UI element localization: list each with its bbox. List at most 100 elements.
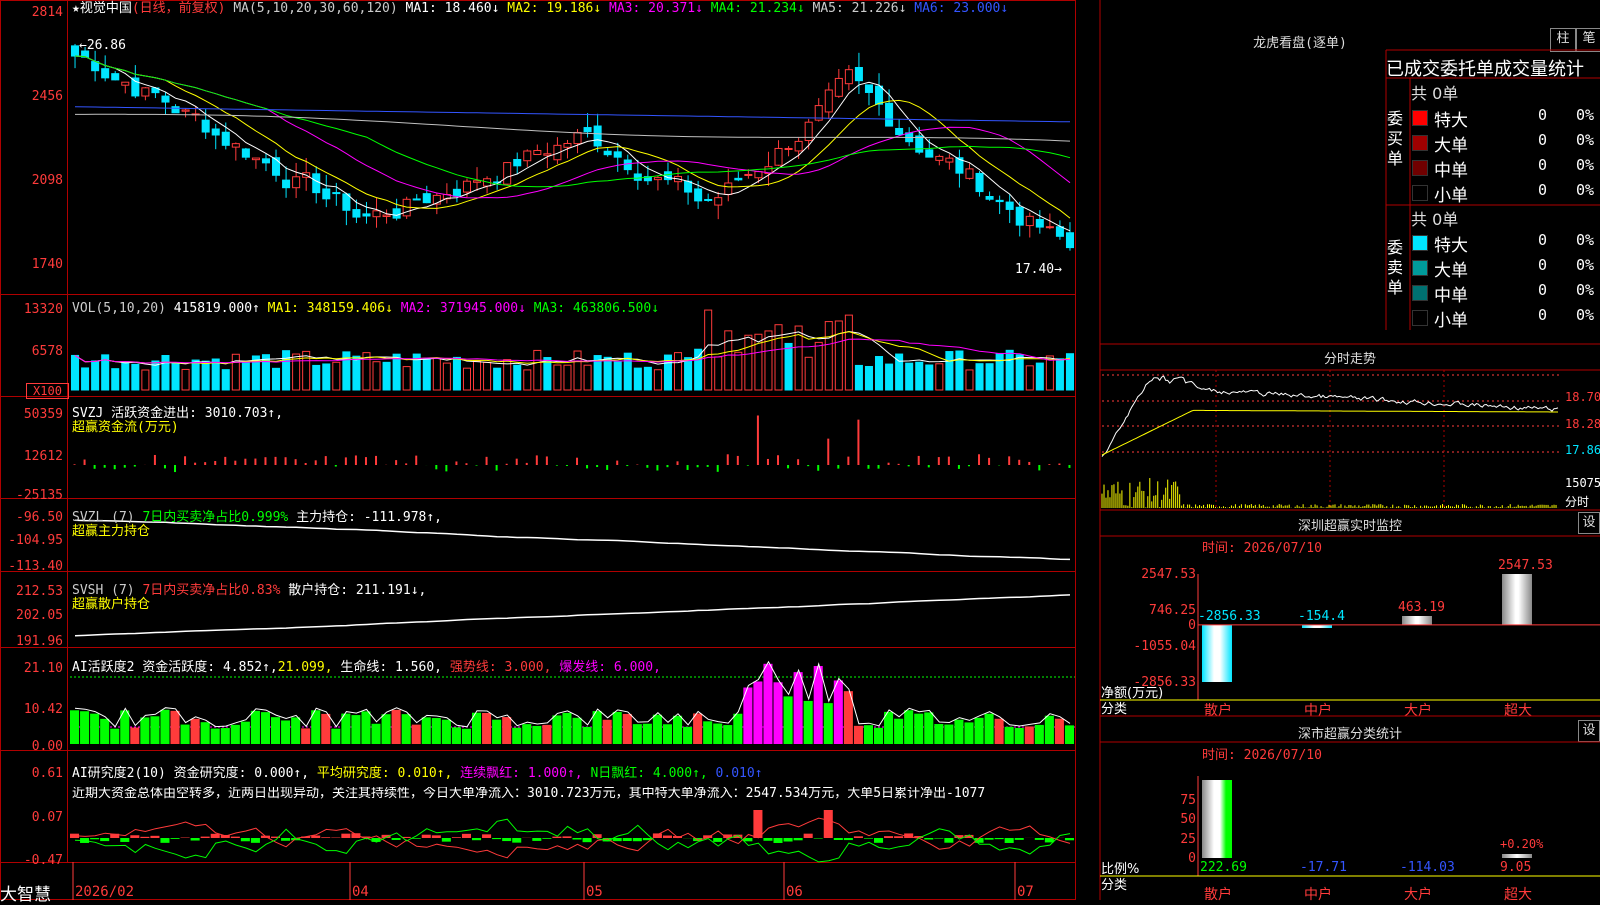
monitor-category: 超大	[1504, 700, 1532, 720]
candle-body	[926, 150, 933, 157]
activity-bar	[834, 680, 843, 744]
flow-bar	[646, 465, 648, 468]
volume-bar	[735, 352, 742, 390]
intraday-p1: 18.70	[1565, 390, 1600, 404]
volume-bar	[72, 355, 79, 390]
bar-mode-button[interactable]: 柱	[1550, 28, 1576, 52]
flow-bar	[596, 465, 598, 467]
candle-body	[343, 194, 350, 210]
flow-bar	[526, 463, 528, 465]
y-tick-label: 202.05	[0, 608, 63, 623]
y-tick-label: 12612	[0, 449, 63, 464]
activity-bar	[412, 725, 421, 744]
flow-bar	[787, 465, 789, 468]
row-count: 0	[1538, 281, 1547, 299]
flow-bars	[74, 415, 1071, 472]
flow-bar	[124, 465, 126, 468]
research-bar	[442, 838, 451, 842]
volume-bar	[232, 354, 239, 390]
flow-bar	[1048, 464, 1050, 465]
row-count: 0	[1538, 181, 1547, 199]
panel-frame	[1, 1, 1076, 295]
candle-body	[946, 158, 953, 162]
candle-body	[182, 110, 189, 111]
monitor-settings-button[interactable]: 设	[1578, 512, 1600, 534]
candle-body	[474, 181, 481, 183]
candle-body	[92, 62, 99, 71]
activity-bar	[351, 715, 360, 744]
volume-bar	[906, 363, 913, 390]
activity-bar	[542, 725, 551, 744]
activity-bar	[171, 711, 180, 744]
activity-bar	[1035, 725, 1044, 744]
candle-body	[775, 148, 782, 165]
research-bar	[392, 838, 401, 840]
volume-bar	[1056, 359, 1063, 390]
activity-bar	[904, 710, 913, 744]
research-bar	[1005, 838, 1014, 843]
flow-bar	[375, 456, 377, 465]
research-bar	[432, 835, 441, 838]
row-label: 特大	[1434, 106, 1468, 131]
flow-bar	[827, 439, 829, 465]
buy-side-label: 委买单	[1387, 109, 1405, 169]
activity-bar	[110, 729, 119, 744]
classify-settings-button[interactable]: 设	[1578, 720, 1600, 742]
y-tick-label: 0.07	[0, 810, 63, 825]
activity-bar	[1005, 727, 1014, 744]
flow-bar	[114, 465, 116, 469]
kline-chart-area[interactable]	[0, 0, 1080, 900]
volume-ma-line	[75, 332, 1070, 366]
monitor-y-tick: 2547.53	[1130, 567, 1196, 582]
flow-bar	[355, 455, 357, 465]
volume-bar	[423, 359, 430, 390]
svzj-header: SVZJ 活跃资金进出: 3010.703↑,	[72, 407, 283, 421]
activity-bar	[713, 724, 722, 744]
candle-body	[936, 156, 943, 160]
activity-bar	[643, 724, 652, 744]
volume-bar	[825, 322, 832, 390]
candle-body	[795, 141, 802, 151]
activity-bar	[954, 720, 963, 744]
row-pct: 0%	[1576, 306, 1594, 324]
volume-bar	[976, 364, 983, 390]
svzl-header: SVZL (7) 7日内买卖净占比0.999% 主力持仓: -111.978↑,	[72, 511, 442, 525]
flow-bar	[234, 461, 236, 465]
activity-bar	[532, 726, 541, 744]
pen-mode-button[interactable]: 笔	[1576, 28, 1600, 52]
flow-bar	[576, 458, 578, 465]
volume-ma-line	[75, 332, 1070, 364]
buy-total: 共 0单	[1411, 80, 1458, 104]
activity-bar	[693, 713, 702, 744]
row-count: 0	[1538, 131, 1547, 149]
candle-body	[695, 189, 702, 201]
classify-y-tick: 25	[1150, 832, 1196, 847]
candle-body	[624, 160, 631, 170]
candle-body	[855, 68, 862, 81]
row-label: 大单	[1434, 256, 1468, 281]
row-pct: 0%	[1576, 181, 1594, 199]
activity-bar	[271, 717, 280, 744]
flow-bar	[345, 457, 347, 465]
flow-bar	[395, 460, 397, 465]
row-pct: 0%	[1576, 156, 1594, 174]
volume-bar	[986, 364, 993, 390]
row-pct: 0%	[1576, 281, 1594, 299]
research-bar	[944, 838, 953, 843]
flow-bar	[74, 464, 76, 465]
activity-bar	[231, 725, 240, 744]
research-bar	[1035, 838, 1044, 840]
candle-body	[72, 46, 79, 56]
row-label: 中单	[1434, 156, 1468, 181]
volume-bar	[936, 364, 943, 390]
research-bar	[160, 838, 169, 843]
candle-body	[242, 149, 249, 157]
ai-research-last: 0.010↑	[708, 766, 763, 781]
star-icon[interactable]: ★	[72, 1, 80, 16]
svsh-params: SVSH (7)	[72, 583, 142, 598]
candle-body	[262, 159, 269, 163]
flow-bar	[184, 456, 186, 465]
research-bar	[713, 838, 722, 842]
research-bar	[562, 836, 571, 838]
activity-bar	[964, 722, 973, 744]
